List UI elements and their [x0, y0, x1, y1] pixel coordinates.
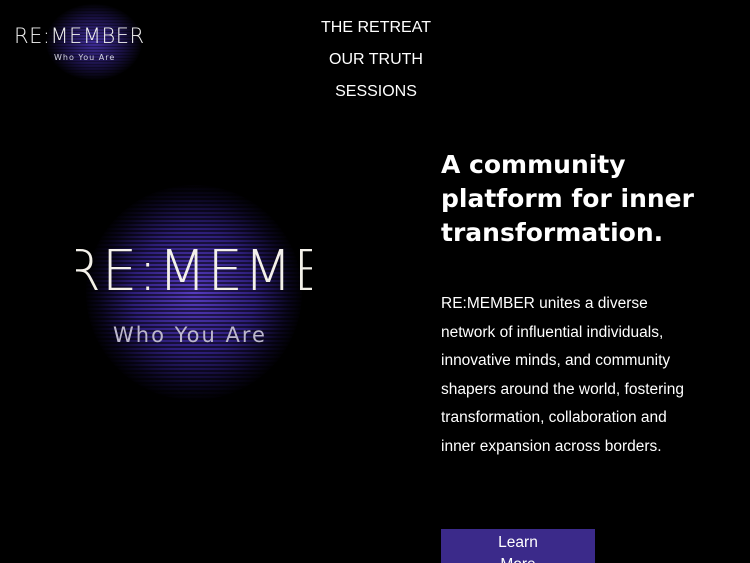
hero-description: RE:MEMBER unites a diverse network of in… — [441, 295, 684, 455]
nav-item-our-truth[interactable]: OUR TRUTH — [329, 44, 423, 76]
hero-headline: A community platform for inner transform… — [441, 150, 694, 247]
hero-tagline: Who You Are — [113, 323, 267, 347]
logo-tagline: Who You Are — [54, 53, 116, 62]
site-logo[interactable]: RE:MEMBER Who You Are — [8, 4, 164, 80]
hero-wordmark: RE:MEMBER — [76, 239, 312, 304]
learn-more-label: Learn More — [498, 533, 538, 563]
main-nav: THE RETREATOUR TRUTH SESSIONS — [262, 12, 490, 108]
logo-wordmark: RE:MEMBER — [14, 24, 145, 48]
nav-item-the-retreat[interactable]: THE RETREAT — [321, 12, 431, 44]
learn-more-button[interactable]: Learn More — [441, 529, 595, 563]
hero-logo-graphic: RE:MEMBER Who You Are — [76, 185, 312, 400]
page: RE:MEMBER Who You Are THE RETREATOUR TRU… — [0, 0, 750, 563]
nav-item-sessions[interactable]: SESSIONS — [335, 76, 417, 108]
